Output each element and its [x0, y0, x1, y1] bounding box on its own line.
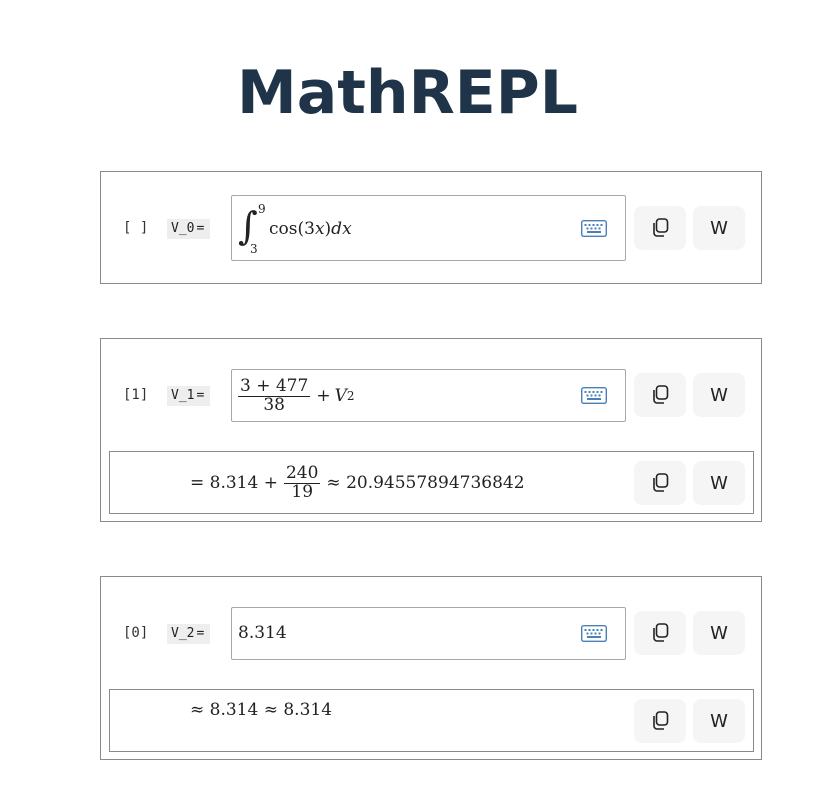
wolfram-button[interactable]: W: [693, 373, 745, 417]
output-expression: ≈ 8.314 ≈ 8.314: [190, 700, 333, 720]
copy-icon: [653, 623, 669, 642]
variable-label: V_0 =: [167, 219, 211, 239]
variable-label: V_1 =: [167, 386, 211, 406]
cell-index: [0]: [123, 625, 149, 641]
keyboard-icon[interactable]: [581, 625, 607, 642]
copy-button[interactable]: [634, 611, 686, 655]
integral-lower-limit: 3: [250, 242, 258, 256]
math-input[interactable]: 8.314: [231, 607, 626, 660]
wolfram-button[interactable]: W: [693, 611, 745, 655]
copy-output-button[interactable]: [634, 461, 686, 505]
app-title: MathREPL: [237, 58, 578, 128]
output-expression: = 8.314 + 240 19 ≈ 20.94557894736842: [190, 462, 525, 502]
variable-label: V_2 =: [167, 624, 211, 644]
cell-index: [ ]: [123, 220, 149, 236]
expression: 3 + 477 38 + V2: [238, 375, 355, 415]
output-area: = 8.314 + 240 19 ≈ 20.94557894736842 W: [109, 451, 754, 514]
math-input[interactable]: ∫ 9 3 cos(3x)dx: [231, 195, 626, 261]
integral-upper-limit: 9: [258, 202, 266, 216]
wolfram-button[interactable]: W: [693, 206, 745, 250]
copy-icon: [653, 711, 669, 730]
integrand: cos(3x)dx: [269, 219, 352, 239]
copy-icon: [653, 218, 669, 237]
repl-cell: [ ] V_0 = ∫ 9 3 cos(3x)dx W: [100, 171, 762, 284]
copy-icon: [653, 385, 669, 404]
output-area: ≈ 8.314 ≈ 8.314 W: [109, 689, 754, 752]
math-input[interactable]: 3 + 477 38 + V2: [231, 369, 626, 422]
repl-cell: [0] V_2 = 8.314 W ≈ 8.314 ≈ 8.314 W: [100, 576, 762, 760]
cell-index: [1]: [123, 387, 149, 403]
keyboard-icon[interactable]: [581, 387, 607, 404]
copy-icon: [653, 473, 669, 492]
repl-cell: [1] V_1 = 3 + 477 38 + V2 W = 8.314 + 240 1…: [100, 338, 762, 522]
copy-button[interactable]: [634, 206, 686, 250]
input-value: 8.314: [238, 623, 287, 643]
copy-button[interactable]: [634, 373, 686, 417]
copy-output-button[interactable]: [634, 699, 686, 743]
wolfram-output-button[interactable]: W: [693, 699, 745, 743]
keyboard-icon[interactable]: [581, 220, 607, 237]
wolfram-output-button[interactable]: W: [693, 461, 745, 505]
